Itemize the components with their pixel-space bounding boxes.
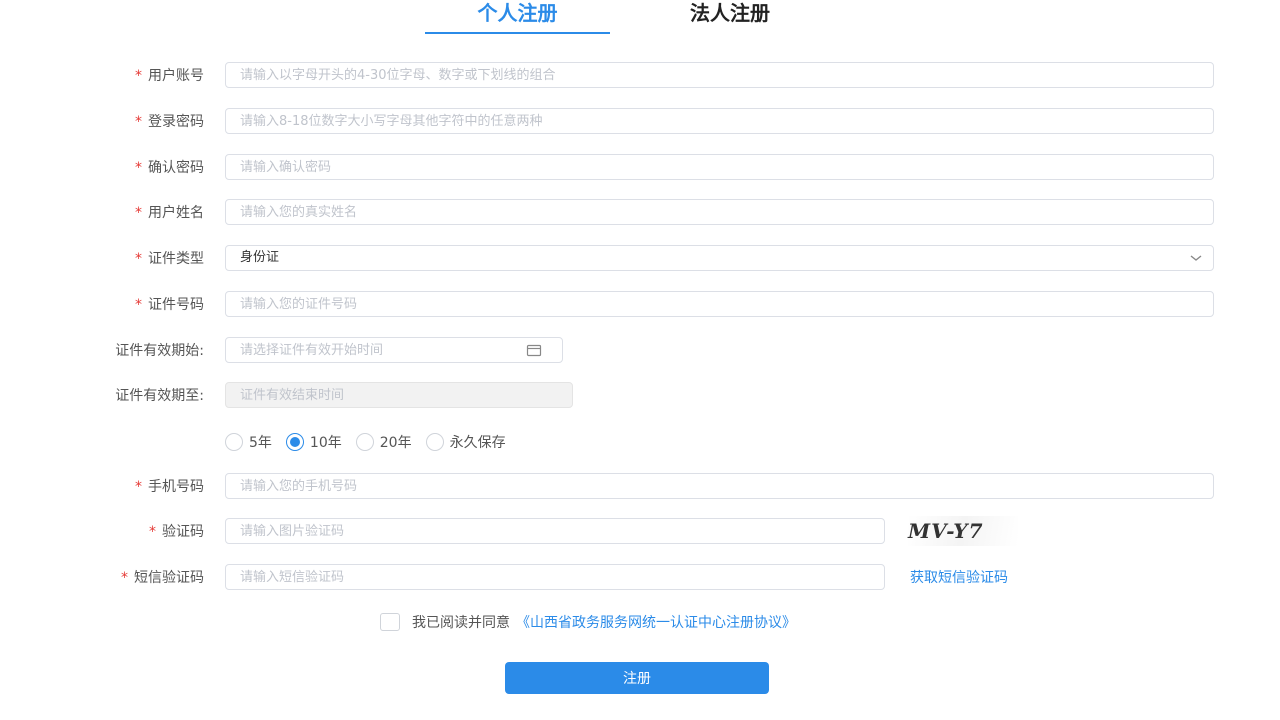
valid-to-label: 证件有效期至: [115, 388, 204, 404]
account-row: * 用户账号 [0, 62, 1280, 90]
calendar-icon[interactable] [526, 343, 542, 357]
real-name-input[interactable] [225, 199, 1214, 225]
captcha-image[interactable]: MV-Y7 [908, 516, 1018, 546]
valid-to-row: 证件有效期至: [0, 382, 1280, 410]
agreement-row: 我已阅读并同意 《山西省政务服务网统一认证中心注册协议》 [380, 612, 796, 632]
password-row: * 登录密码 [0, 108, 1280, 136]
id-type-row: * 证件类型 身份证 [0, 245, 1280, 273]
required-mark: * [121, 570, 128, 586]
radio-circle-icon [225, 433, 243, 451]
valid-from-date-input[interactable] [225, 337, 563, 363]
real-name-label: * 用户姓名 [135, 205, 204, 221]
radio-circle-icon [285, 433, 304, 451]
required-mark: * [135, 68, 142, 84]
required-mark: * [135, 297, 142, 313]
id-type-label: * 证件类型 [135, 251, 204, 267]
required-mark: * [135, 160, 142, 176]
sms-code-row: *短信验证码 获取短信验证码 [0, 564, 1280, 592]
valid-to-date-input [225, 382, 573, 408]
radio-5-years[interactable]: 5年 [225, 432, 272, 452]
phone-label: * 手机号码 [135, 479, 204, 495]
phone-input[interactable] [225, 473, 1214, 499]
radio-circle-icon [425, 433, 444, 451]
id-number-row: * 证件号码 [0, 291, 1280, 319]
sms-code-label: * 短信验证码 [121, 570, 204, 586]
id-number-input[interactable] [225, 291, 1214, 317]
tab-corporate-registration[interactable]: 法人注册 [650, 0, 810, 32]
required-mark: * [135, 205, 142, 221]
valid-from-row: 证件有效期始: [0, 337, 1280, 365]
id-number-label: * 证件号码 [135, 297, 204, 313]
confirm-password-row: * 确认密码 [0, 154, 1280, 182]
required-mark: * [149, 524, 156, 540]
radio-permanent[interactable]: 永久保存 [425, 432, 506, 452]
required-mark: * [135, 251, 142, 267]
confirm-password-input[interactable] [225, 154, 1214, 180]
captcha-row: *验证码 MV-Y7 [0, 516, 1280, 546]
radio-circle-icon [355, 433, 374, 451]
account-label: * 用户账号 [135, 68, 204, 84]
agreement-checkbox[interactable] [380, 613, 400, 631]
agreement-text: 我已阅读并同意 [412, 615, 510, 631]
captcha-input[interactable] [225, 518, 885, 544]
password-input[interactable] [225, 108, 1214, 134]
required-mark: * [135, 114, 142, 130]
sms-code-input[interactable] [225, 564, 885, 590]
confirm-password-label: * 确认密码 [135, 160, 204, 176]
id-type-value: 身份证 [240, 250, 280, 265]
phone-row: * 手机号码 [0, 473, 1280, 501]
radio-20-years[interactable]: 20年 [355, 432, 412, 452]
real-name-row: * 用户姓名 [0, 199, 1280, 227]
captcha-label: * 验证码 [149, 524, 204, 540]
validity-radio-group: 5年 10年 20年 永久保存 [225, 428, 506, 456]
get-sms-code-link[interactable]: 获取短信验证码 [910, 564, 1008, 592]
radio-10-years[interactable]: 10年 [285, 432, 342, 452]
required-mark: * [135, 479, 142, 495]
chevron-down-icon [1190, 255, 1202, 261]
account-input[interactable] [225, 62, 1214, 88]
valid-from-label: 证件有效期始: [115, 343, 204, 359]
id-type-select[interactable]: 身份证 [225, 245, 1214, 271]
validity-options-row: 5年 10年 20年 永久保存 [0, 428, 1280, 456]
register-button[interactable]: 注册 [505, 662, 769, 694]
registration-tabs: 个人注册 法人注册 [0, 0, 1280, 36]
agreement-link[interactable]: 《山西省政务服务网统一认证中心注册协议》 [516, 612, 796, 632]
password-label: * 登录密码 [135, 114, 204, 130]
tab-personal-registration[interactable]: 个人注册 [425, 0, 610, 34]
